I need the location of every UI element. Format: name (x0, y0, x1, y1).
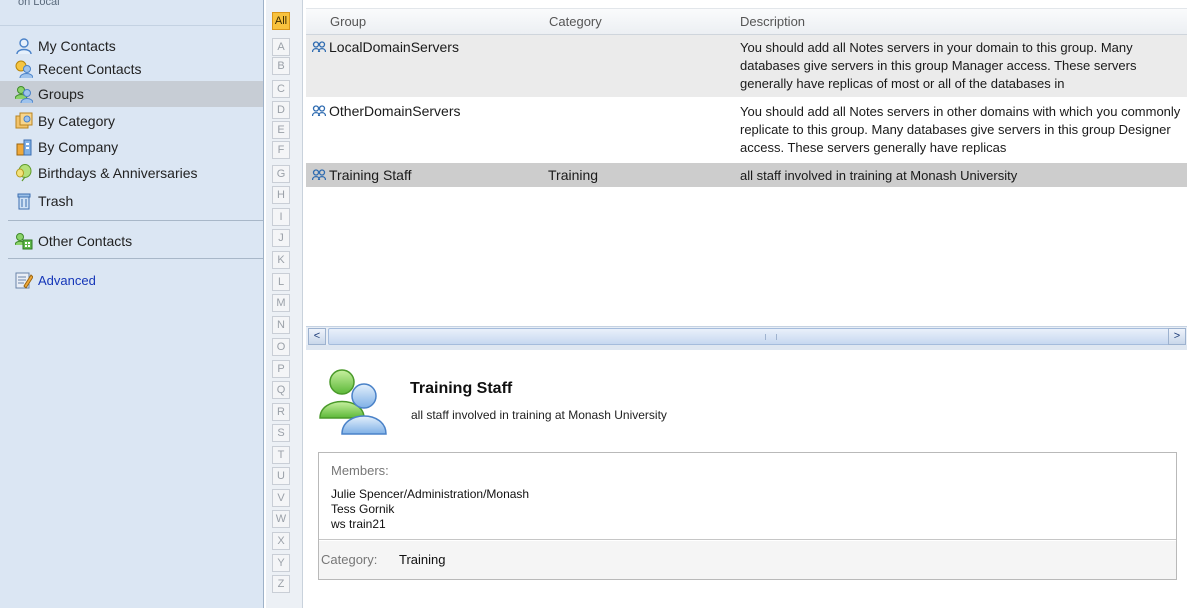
alphabet-tab-f[interactable]: F (272, 141, 290, 159)
group-description: You should add all Notes servers in othe… (740, 104, 1181, 155)
alphabet-tab-u[interactable]: U (272, 467, 290, 485)
preview-description: all staff involved in training at Monash… (411, 408, 667, 422)
balloon-icon (16, 164, 32, 182)
alphabet-tab-b[interactable]: B (272, 57, 290, 75)
alphabet-tab-e[interactable]: E (272, 121, 290, 139)
sidebar-item-label: Other Contacts (38, 233, 133, 249)
other-contacts-icon (15, 233, 33, 250)
category-row: Category: Training (319, 541, 1176, 579)
alphabet-tab-h[interactable]: H (272, 186, 290, 204)
alphabet-tab-t[interactable]: T (272, 446, 290, 464)
sidebar-item-advanced[interactable]: Advanced (0, 267, 263, 293)
sidebar-item-label: Birthdays & Anniversaries (38, 165, 198, 181)
sidebar-item-by-category[interactable]: By Category (0, 108, 263, 134)
scrollbar-grip-icon (765, 334, 777, 340)
advanced-icon (15, 272, 33, 289)
horizontal-scrollbar[interactable]: < > (306, 326, 1187, 345)
group-icon (312, 41, 326, 53)
sidebar-item-label: Recent Contacts (38, 61, 142, 77)
alphabet-tab-j[interactable]: J (272, 229, 290, 247)
preview-pane: Training Staff all staff involved in tra… (306, 350, 1187, 608)
category-value: Training (399, 552, 446, 567)
preview-title: Training Staff (410, 380, 513, 397)
sidebar-divider (8, 220, 263, 221)
scroll-left-button[interactable]: < (308, 328, 326, 345)
alphabet-tab-i[interactable]: I (272, 208, 290, 226)
members-label: Members: (331, 463, 389, 478)
alphabet-index: All A B C D E F G H I J K L M N O P Q R … (266, 0, 303, 608)
members-box: Members: Julie Spencer/Administration/Mo… (318, 452, 1177, 580)
groups-icon (15, 86, 33, 103)
group-icon (312, 169, 326, 181)
alphabet-tab-w[interactable]: W (272, 510, 290, 528)
table-row[interactable]: OtherDomainServers You should add all No… (306, 99, 1187, 162)
alphabet-tab-y[interactable]: Y (272, 554, 290, 572)
group-icon (312, 105, 326, 117)
alphabet-tab-r[interactable]: R (272, 403, 290, 421)
table-row[interactable]: LocalDomainServers You should add all No… (306, 35, 1187, 98)
sidebar-item-by-company[interactable]: By Company (0, 134, 263, 160)
table-row-selected[interactable]: Training Staff Training all staff involv… (306, 163, 1187, 188)
alphabet-tab-x[interactable]: X (272, 532, 290, 550)
sidebar-item-label: By Category (38, 113, 116, 129)
sidebar-item-label: My Contacts (38, 38, 116, 54)
sidebar-header: on Local (0, 0, 263, 26)
sidebar-item-groups[interactable]: Groups (0, 81, 263, 107)
alphabet-tab-k[interactable]: K (272, 251, 290, 269)
alphabet-tab-s[interactable]: S (272, 424, 290, 442)
column-header-group[interactable]: Group (330, 14, 366, 29)
group-description: You should add all Notes servers in your… (740, 40, 1137, 91)
category-label: Category: (321, 552, 378, 567)
sidebar-item-label: Trash (38, 193, 74, 209)
alphabet-tab-v[interactable]: V (272, 489, 290, 507)
sidebar-item-label: Advanced (38, 272, 96, 288)
members-list: Julie Spencer/Administration/Monash Tess… (331, 487, 529, 532)
navigation-sidebar: on Local My Contacts Recent Contacts Gro… (0, 0, 264, 608)
group-name: Training Staff (329, 167, 412, 183)
member-item[interactable]: Julie Spencer/Administration/Monash (331, 487, 529, 502)
sidebar-item-recent-contacts[interactable]: Recent Contacts (0, 56, 263, 82)
company-icon (16, 139, 32, 156)
recent-contacts-icon (15, 60, 33, 78)
groups-view: Group Category Description LocalDomainSe… (306, 0, 1187, 348)
person-icon (16, 38, 32, 55)
sidebar-item-trash[interactable]: Trash (0, 188, 263, 214)
group-category: Training (548, 167, 599, 183)
column-header-category[interactable]: Category (549, 14, 602, 29)
alphabet-tab-a[interactable]: A (272, 38, 290, 56)
alphabet-tab-l[interactable]: L (272, 273, 290, 291)
alphabet-tab-z[interactable]: Z (272, 575, 290, 593)
alphabet-tab-c[interactable]: C (272, 80, 290, 98)
member-item[interactable]: Tess Gornik (331, 502, 529, 517)
alphabet-tab-m[interactable]: M (272, 294, 290, 312)
trash-icon (17, 193, 31, 210)
sidebar-title: on Local (18, 0, 60, 8)
sidebar-item-birthdays-anniversaries[interactable]: Birthdays & Anniversaries (0, 160, 263, 186)
sidebar-item-label: Groups (38, 86, 84, 102)
group-avatar-icon (319, 369, 387, 435)
scrollbar-thumb[interactable] (328, 328, 1170, 345)
category-icon (15, 112, 33, 129)
group-name: OtherDomainServers (329, 103, 461, 119)
group-name: LocalDomainServers (329, 39, 459, 55)
alphabet-tab-q[interactable]: Q (272, 381, 290, 399)
sidebar-divider (8, 258, 263, 259)
alphabet-tab-n[interactable]: N (272, 316, 290, 334)
sidebar-item-label: By Company (38, 139, 119, 155)
column-header-description[interactable]: Description (740, 14, 805, 29)
alphabet-tab-p[interactable]: P (272, 360, 290, 378)
scroll-right-button[interactable]: > (1168, 328, 1186, 345)
sidebar-item-other-contacts[interactable]: Other Contacts (0, 228, 263, 254)
alphabet-tab-d[interactable]: D (272, 101, 290, 119)
alphabet-tab-o[interactable]: O (272, 338, 290, 356)
column-header-row: Group Category Description (306, 8, 1187, 35)
member-item[interactable]: ws train21 (331, 517, 529, 532)
divider (319, 539, 1176, 540)
alphabet-tab-all[interactable]: All (272, 12, 290, 30)
group-description: all staff involved in training at Monash… (740, 168, 1018, 183)
alphabet-tab-g[interactable]: G (272, 165, 290, 183)
